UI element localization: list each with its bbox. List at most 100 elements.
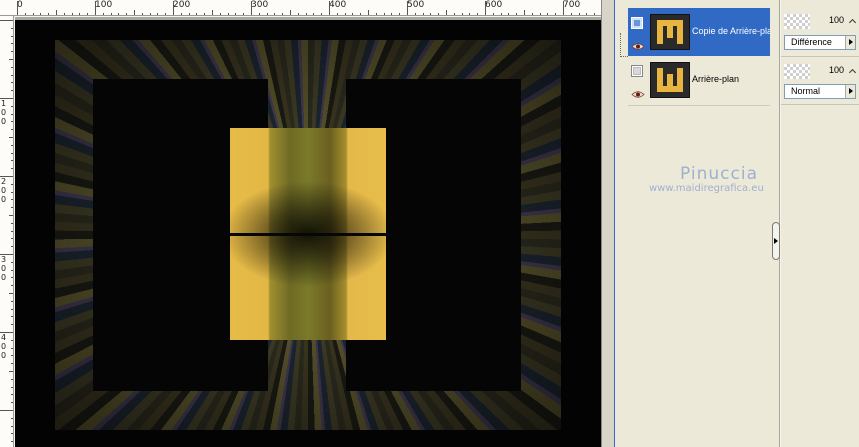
eye-icon[interactable] — [631, 84, 645, 98]
opacity-value: 100 — [828, 65, 844, 75]
ruler-tick — [126, 13, 128, 15]
ruler-tick — [9, 215, 13, 216]
ruler-tick — [407, 1, 408, 15]
ruler-tick — [438, 13, 440, 15]
ruler-tick — [266, 13, 268, 15]
opacity-control-layer-0[interactable]: 100 — [784, 14, 856, 29]
ruler-tick — [11, 90, 13, 92]
ruler-label-300: 300 — [251, 0, 269, 10]
ruler-tick — [11, 74, 13, 76]
ruler-tick — [570, 13, 572, 15]
ruler-tick — [11, 121, 13, 123]
ruler-tick — [461, 13, 463, 15]
ruler-tick — [383, 13, 385, 15]
panel-splitter[interactable] — [601, 0, 616, 447]
ruler-tick — [180, 13, 182, 15]
ruler-tick — [95, 1, 96, 15]
opacity-swatch — [784, 64, 810, 79]
ruler-tick — [227, 13, 229, 15]
ruler-tick — [11, 308, 13, 310]
ruler-tick — [157, 13, 159, 15]
ruler-tick — [422, 13, 424, 15]
watermark-name: Pinuccia — [680, 164, 758, 184]
layer-properties-column: 100 Différence 100 Normal — [781, 0, 859, 447]
ruler-tick — [368, 10, 369, 15]
layer-thumbnail — [650, 62, 690, 98]
ruler-tick — [547, 13, 549, 15]
ruler-tick — [11, 238, 13, 240]
ruler-tick — [11, 191, 13, 193]
ruler-tick — [282, 13, 284, 15]
ruler-tick — [11, 160, 13, 162]
ruler-tick — [219, 13, 221, 15]
layer-mask-icon[interactable] — [631, 14, 643, 29]
ruler-tick — [11, 300, 13, 302]
ruler-tick — [0, 98, 13, 99]
dropdown-arrow-icon[interactable] — [845, 85, 855, 98]
ruler-tick — [563, 1, 564, 15]
ruler-tick — [188, 13, 190, 15]
ruler-tick — [258, 13, 260, 15]
ruler-tick — [32, 13, 34, 15]
ruler-tick — [11, 246, 13, 248]
ruler-tick — [11, 27, 13, 29]
ruler-tick — [555, 13, 557, 15]
ruler-tick — [11, 402, 13, 404]
ruler-tick — [56, 10, 57, 15]
ruler-tick — [274, 13, 276, 15]
ruler-tick — [11, 261, 13, 263]
properties-divider — [781, 56, 859, 57]
ruler-tick — [79, 13, 81, 15]
image-canvas[interactable] — [15, 20, 601, 447]
ruler-tick — [11, 347, 13, 349]
ruler-tick — [243, 13, 245, 15]
ruler-tick — [9, 371, 13, 372]
ruler-tick — [11, 51, 13, 53]
layer-name: Arrière-plan — [692, 74, 740, 84]
ruler-tick — [11, 386, 13, 388]
layer-mask-icon[interactable] — [631, 62, 643, 77]
dropdown-arrow-icon[interactable] — [845, 36, 855, 49]
ruler-tick — [360, 13, 362, 15]
properties-divider — [781, 104, 859, 105]
ruler-tick — [539, 13, 541, 15]
layer-row-arriere-plan[interactable]: Arrière-plan — [628, 56, 770, 106]
ruler-tick — [352, 13, 354, 15]
ruler-left-label: 0 — [1, 264, 7, 273]
ruler-tick — [0, 20, 13, 21]
ruler-tick — [375, 13, 377, 15]
ruler-tick — [0, 176, 13, 177]
ruler-tick — [329, 1, 330, 15]
layer-thumbnail — [650, 14, 690, 50]
ruler-tick — [9, 293, 13, 294]
ruler-tick — [399, 13, 401, 15]
ruler-left-label: 0 — [1, 351, 7, 360]
ruler-tick — [414, 13, 416, 15]
ruler-tick — [446, 10, 447, 15]
ruler-tick — [508, 13, 510, 15]
eye-icon[interactable] — [631, 36, 645, 50]
ruler-tick — [11, 316, 13, 318]
ruler-left-label: 0 — [1, 186, 7, 195]
opacity-control-layer-1[interactable]: 100 — [784, 64, 856, 79]
blend-mode-select-layer-0[interactable]: Différence — [784, 35, 856, 50]
ruler-label-400: 400 — [329, 0, 347, 10]
ruler-tick — [204, 13, 206, 15]
ruler-tick — [485, 1, 486, 15]
layer-name: Copie de Arrière-plan — [692, 26, 770, 36]
ruler-tick — [11, 324, 13, 326]
ruler-tick — [251, 1, 252, 15]
ruler-tick — [516, 13, 518, 15]
ruler-tick — [87, 13, 89, 15]
ruler-label-100: 100 — [95, 0, 113, 10]
ruler-tick — [17, 1, 18, 15]
blend-mode-select-layer-1[interactable]: Normal — [784, 84, 856, 99]
opacity-value: 100 — [828, 15, 844, 25]
layer-row-copie-arriere-plan[interactable]: Copie de Arrière-plan — [628, 8, 770, 58]
ruler-tick — [212, 10, 213, 15]
ruler-tick — [71, 13, 73, 15]
ruler-left-label: 2 — [1, 177, 7, 186]
ruler-tick — [11, 394, 13, 396]
ruler-left-label: 0 — [1, 195, 7, 204]
chevron-right-icon[interactable] — [772, 222, 780, 260]
